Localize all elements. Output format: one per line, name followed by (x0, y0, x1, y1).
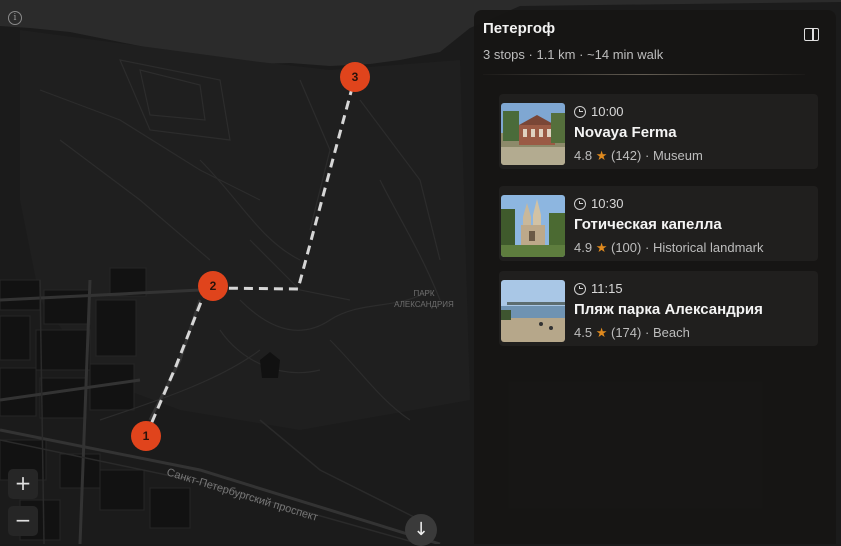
marker-number: 2 (210, 279, 217, 293)
stop-meta: 4.8 ★ (142) · Museum (574, 148, 703, 164)
stop-meta: 4.9 ★ (100) · Historical landmark (574, 240, 763, 256)
route-marker-1[interactable]: 1 (131, 421, 161, 451)
arrow-down-icon: ↓ (413, 519, 429, 540)
marker-number: 3 (352, 70, 359, 84)
stop-card[interactable]: 10:30 Готическая капелла 4.9 ★ (100) · H… (499, 186, 818, 261)
zoom-out-button[interactable]: − (8, 506, 38, 536)
route-marker-3[interactable]: 3 (340, 62, 370, 92)
star-icon: ★ (595, 325, 608, 340)
separator: · (644, 240, 650, 255)
stop-category: Beach (652, 325, 690, 340)
stop-reviews: (142) (610, 148, 642, 163)
stop-reviews: (174) (610, 325, 642, 340)
park-label-line2: АЛЕКСАНДРИЯ (394, 300, 454, 309)
stop-photo (501, 103, 565, 165)
stop-card[interactable]: 11:15 Пляж парка Александрия 4.5 ★ (174)… (499, 271, 818, 346)
stop-rating: 4.8 (574, 148, 593, 163)
stop-reviews: (100) (610, 240, 642, 255)
star-icon: ★ (595, 148, 608, 163)
star-icon: ★ (595, 240, 608, 255)
stop-time: 10:00 (574, 104, 624, 119)
stop-rating: 4.9 (574, 240, 593, 255)
stop-name: Пляж парка Александрия (574, 301, 763, 318)
separator: · (644, 148, 650, 163)
clock-icon (574, 282, 586, 295)
stop-name: Novaya Ferma (574, 124, 677, 141)
route-summary: 3 stops · 1.1 km · ~14 min walk (483, 47, 664, 62)
info-icon[interactable]: i (8, 11, 22, 25)
stop-name: Готическая капелла (574, 216, 722, 233)
sidebar-toggle-icon[interactable] (804, 28, 819, 41)
stop-photo (501, 195, 565, 257)
panel-title: Петергоф (483, 20, 556, 37)
separator: · (644, 325, 650, 340)
stop-time-text: 11:15 (591, 281, 623, 296)
divider (483, 74, 805, 75)
stop-time: 10:30 (574, 196, 624, 211)
marker-number: 1 (143, 429, 150, 443)
itinerary-panel: Петергоф 3 stops · 1.1 km · ~14 min walk… (474, 10, 836, 544)
stop-time-text: 10:30 (591, 196, 624, 211)
stop-time: 11:15 (574, 281, 623, 296)
route-marker-2[interactable]: 2 (198, 271, 228, 301)
park-label-line1: ПАРК (413, 289, 434, 298)
stop-rating: 4.5 (574, 325, 593, 340)
stop-time-text: 10:00 (591, 104, 624, 119)
stop-category: Historical landmark (652, 240, 764, 255)
clock-icon (574, 105, 586, 118)
clock-icon (574, 197, 586, 210)
stop-card[interactable]: 10:00 Novaya Ferma 4.8 ★ (142) · Museum (499, 94, 818, 169)
zoom-in-button[interactable]: + (8, 469, 38, 499)
stop-photo (501, 280, 565, 342)
scroll-down-button[interactable]: ↓ (405, 514, 437, 546)
stop-category: Museum (652, 148, 703, 163)
stop-meta: 4.5 ★ (174) · Beach (574, 325, 690, 341)
